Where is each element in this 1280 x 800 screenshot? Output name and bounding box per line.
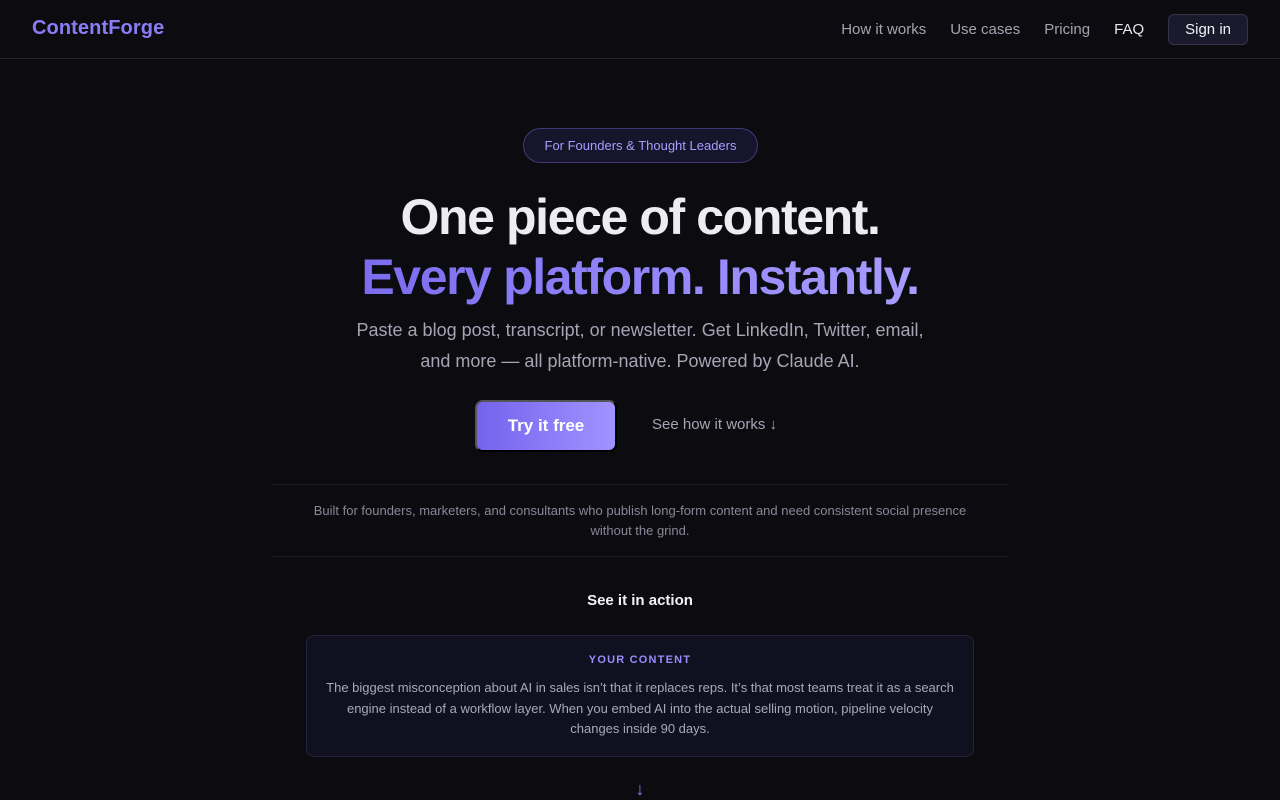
demo-section-title: See it in action <box>587 592 693 609</box>
top-navigation: ContentForge How it works Use cases Pric… <box>0 0 1280 59</box>
audience-statement: Built for founders, marketers, and consu… <box>313 503 967 538</box>
arrow-down-icon: ↓ <box>635 779 645 799</box>
nav-link-pricing[interactable]: Pricing <box>1044 21 1090 38</box>
logo[interactable]: ContentForge <box>32 17 164 40</box>
try-it-free-button[interactable]: Try it free <box>475 400 617 452</box>
headline-line-1: One piece of content. <box>400 189 881 245</box>
audience-badge: For Founders & Thought Leaders <box>523 128 758 163</box>
nav-link-use-cases[interactable]: Use cases <box>950 21 1020 38</box>
nav-link-how-it-works[interactable]: How it works <box>841 21 926 38</box>
see-how-it-works-link[interactable]: See how it works ↓ <box>652 416 777 433</box>
headline-line-2: Every platform. Instantly. <box>0 248 1280 306</box>
your-content-card: YOUR CONTENT The biggest misconception a… <box>306 635 974 757</box>
hero-subtitle: Paste a blog post, transcript, or newsle… <box>356 320 924 371</box>
nav-links: How it works Use cases Pricing FAQ Sign … <box>841 13 1248 45</box>
card-content-text: The biggest misconception about AI in sa… <box>326 680 954 736</box>
sign-in-button[interactable]: Sign in <box>1168 13 1248 45</box>
card-label: YOUR CONTENT <box>588 654 692 666</box>
nav-link-faq[interactable]: FAQ <box>1114 21 1144 38</box>
headline-line-2-text: Every platform. Instantly. <box>361 249 920 305</box>
